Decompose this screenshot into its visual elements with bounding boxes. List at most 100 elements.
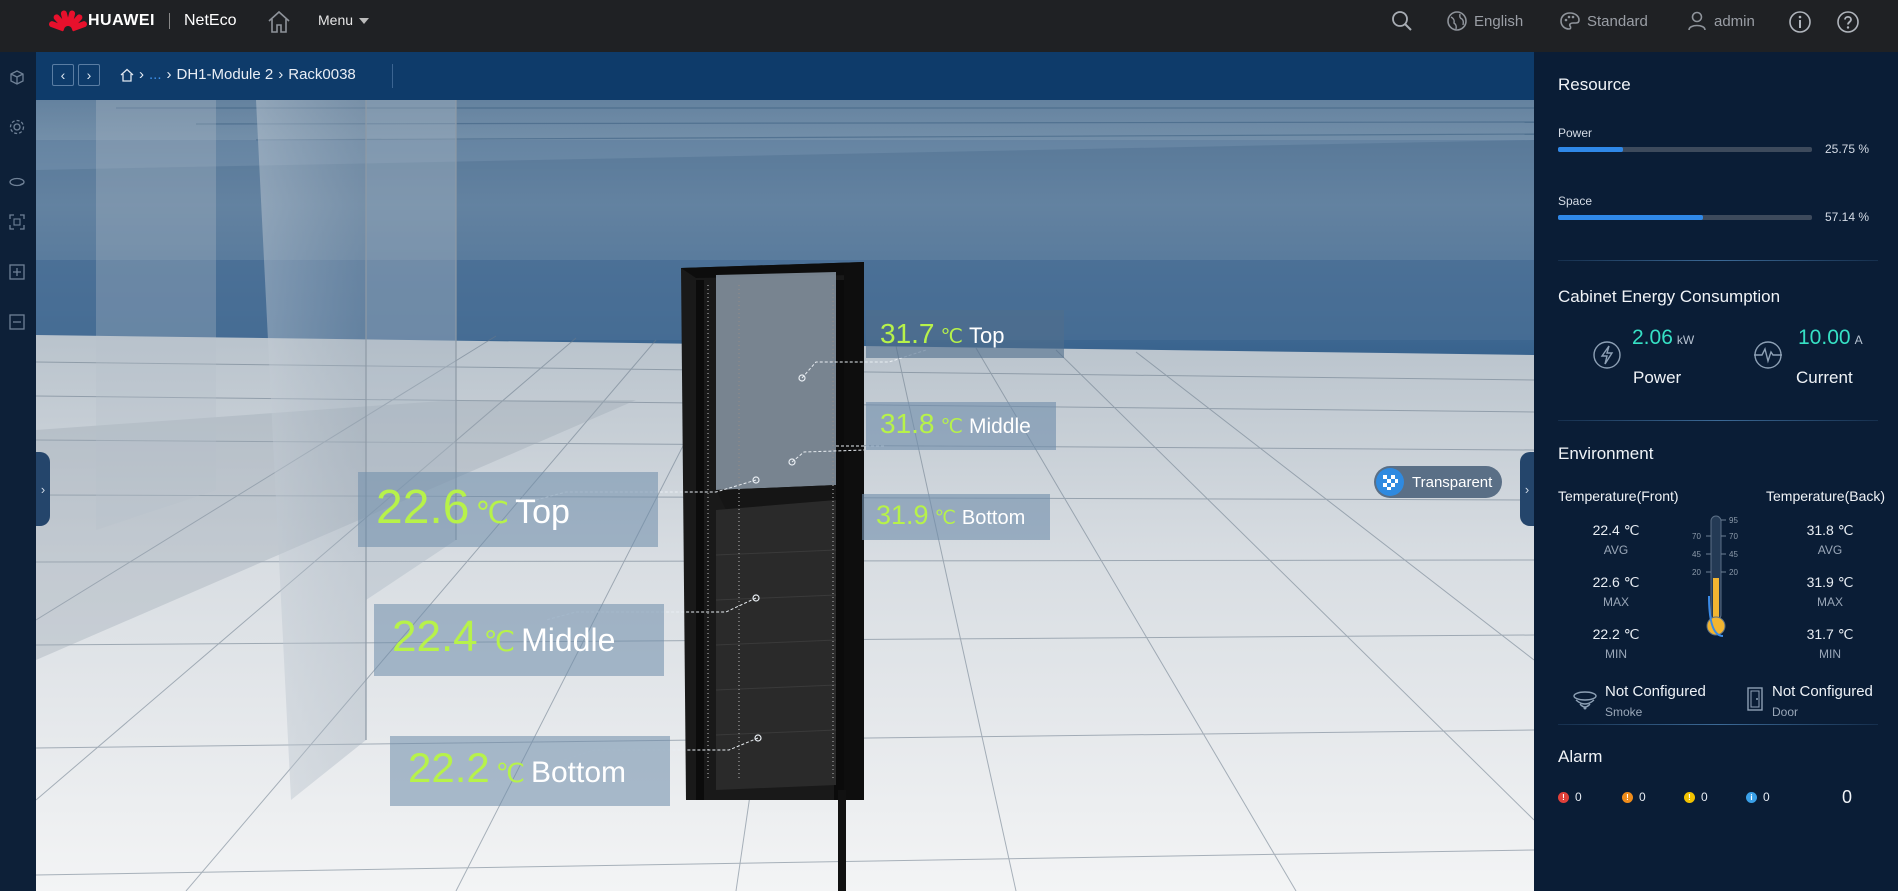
temp-value: 22.2 (408, 744, 490, 791)
power-percent: 25.75 % (1825, 142, 1870, 156)
theme-label: Standard (1587, 12, 1648, 30)
back-top-temp-label: 31.7 ℃ Top (866, 310, 1064, 358)
home-icon[interactable] (120, 68, 134, 82)
zoom-out-icon[interactable] (8, 313, 26, 331)
menu-button[interactable]: Menu (318, 12, 370, 28)
temp-value: 22.4 (392, 612, 478, 661)
theme-selector[interactable]: Standard (1559, 10, 1648, 32)
cube-view-icon[interactable] (8, 68, 26, 86)
environment-title: Environment (1558, 444, 1654, 463)
right-panel-toggle[interactable]: › (1520, 452, 1534, 526)
left-toolbar (0, 52, 36, 891)
forward-button[interactable]: › (78, 64, 100, 86)
huawei-logo[interactable]: HUAWEI NetEco (48, 9, 237, 33)
user-menu[interactable]: admin (1686, 10, 1755, 32)
temp-position: Middle (521, 622, 616, 658)
info-icon (1789, 11, 1811, 33)
back-button[interactable]: ‹ (52, 64, 74, 86)
temp-position: Middle (968, 415, 1031, 438)
back-max-value: 31.9 ℃ (1806, 574, 1854, 590)
search-button[interactable] (1391, 10, 1413, 32)
back-avg-value: 31.8 ℃ (1806, 522, 1854, 538)
thermo-left-tick: 45 (1692, 550, 1701, 559)
top-bar: HUAWEI NetEco Menu English Standard admi… (0, 0, 1898, 52)
alarm-major-count: 0 (1639, 790, 1646, 804)
back-middle-temp-label: 31.8 ℃ Middle (866, 402, 1056, 450)
temp-unit: ℃ (495, 758, 525, 788)
breadcrumb-item-module[interactable]: DH1-Module 2 (177, 66, 274, 83)
language-label: English (1474, 12, 1524, 30)
chevron-right-icon: › (139, 66, 144, 83)
back-avg-label: AVG (1817, 543, 1843, 557)
chevron-right-icon: › (278, 66, 284, 83)
help-icon (1837, 11, 1859, 33)
breadcrumb-bar: ‹ › › ... › DH1-Module 2 › Rack0038 (36, 52, 1534, 100)
door-label: Door (1772, 705, 1799, 719)
transparent-label: Transparent (1412, 473, 1493, 491)
section-divider (1558, 260, 1878, 261)
power-bar-fill (1558, 147, 1624, 152)
home-icon[interactable] (266, 9, 292, 35)
front-min-label: MIN (1605, 647, 1627, 661)
user-icon (1688, 11, 1706, 31)
checker-icon (1376, 468, 1404, 496)
product-name: NetEco (184, 12, 237, 29)
front-avg-value: 22.4 ℃ (1592, 522, 1640, 538)
back-max-label: MAX (1816, 595, 1843, 609)
chevron-left-icon: ‹ (60, 67, 66, 83)
fit-view-icon[interactable] (8, 213, 26, 231)
energy-current-value: 10.00 A (1798, 326, 1863, 349)
space-bar (1558, 215, 1812, 220)
huawei-logo-icon (48, 9, 88, 32)
rotate-view-icon[interactable] (8, 173, 26, 191)
search-icon (1392, 11, 1412, 31)
language-selector[interactable]: English (1446, 10, 1523, 32)
energy-power-label: Power (1633, 368, 1682, 387)
front-avg-label: AVG (1603, 543, 1629, 557)
alarm-warning-count: 0 (1763, 790, 1770, 804)
alarm-critical[interactable]: ! 0 (1558, 790, 1582, 804)
chevron-down-icon (359, 18, 370, 24)
critical-alarm-icon: ! (1558, 791, 1569, 803)
info-panel: Resource Power 25.75 % Space 57.14 % Cab… (1534, 52, 1898, 891)
warning-alarm-icon: i (1746, 791, 1757, 803)
help-button[interactable] (1836, 10, 1860, 34)
temp-unit: ℃ (940, 416, 963, 438)
lightning-icon (1593, 341, 1621, 369)
settings-gear-icon[interactable] (8, 118, 26, 136)
power-label: Power (1558, 126, 1593, 140)
info-button[interactable] (1788, 10, 1812, 34)
chevron-right-icon: › (40, 481, 46, 497)
thermo-right-tick: 70 (1729, 532, 1738, 541)
zoom-in-icon[interactable] (8, 263, 26, 281)
alarm-total[interactable]: 0 (1842, 787, 1852, 808)
alarm-critical-count: 0 (1575, 790, 1582, 804)
front-middle-temp-label: 22.4 ℃ Middle (374, 604, 664, 676)
back-min-label: MIN (1819, 647, 1841, 661)
section-divider (1558, 420, 1878, 421)
minor-alarm-icon: ! (1684, 791, 1695, 803)
chevron-right-icon: › (86, 67, 92, 83)
smoke-status: Not Configured (1605, 683, 1706, 700)
alarm-minor[interactable]: ! 0 (1684, 790, 1708, 804)
door-icon (1747, 687, 1763, 711)
front-top-temp-label: 22.6 ℃ Top (358, 472, 658, 547)
rack-3d-scene[interactable]: 22.6 ℃ Top 22.4 ℃ Middle 22.2 ℃ Bottom 3… (36, 100, 1534, 891)
left-panel-toggle[interactable]: › (36, 452, 50, 526)
alarm-warning[interactable]: i 0 (1746, 790, 1770, 804)
breadcrumb-ellipsis[interactable]: ... (149, 66, 162, 83)
alarm-major[interactable]: ! 0 (1622, 790, 1646, 804)
door-status: Not Configured (1772, 683, 1873, 700)
transparent-toggle[interactable]: Transparent (1374, 466, 1502, 498)
energy-title: Cabinet Energy Consumption (1558, 287, 1781, 306)
energy-current-label: Current (1796, 368, 1853, 387)
menu-label: Menu (318, 12, 354, 28)
temp-value: 31.7 (880, 318, 935, 349)
temp-unit: ℃ (940, 326, 963, 348)
space-percent: 57.14 % (1825, 210, 1870, 224)
chevron-right-icon: › (1524, 481, 1530, 497)
chevron-right-icon: › (166, 66, 172, 83)
thermo-right-tick: 95 (1729, 516, 1738, 525)
smoke-label: Smoke (1605, 705, 1643, 719)
thermo-left-tick: 70 (1692, 532, 1701, 541)
